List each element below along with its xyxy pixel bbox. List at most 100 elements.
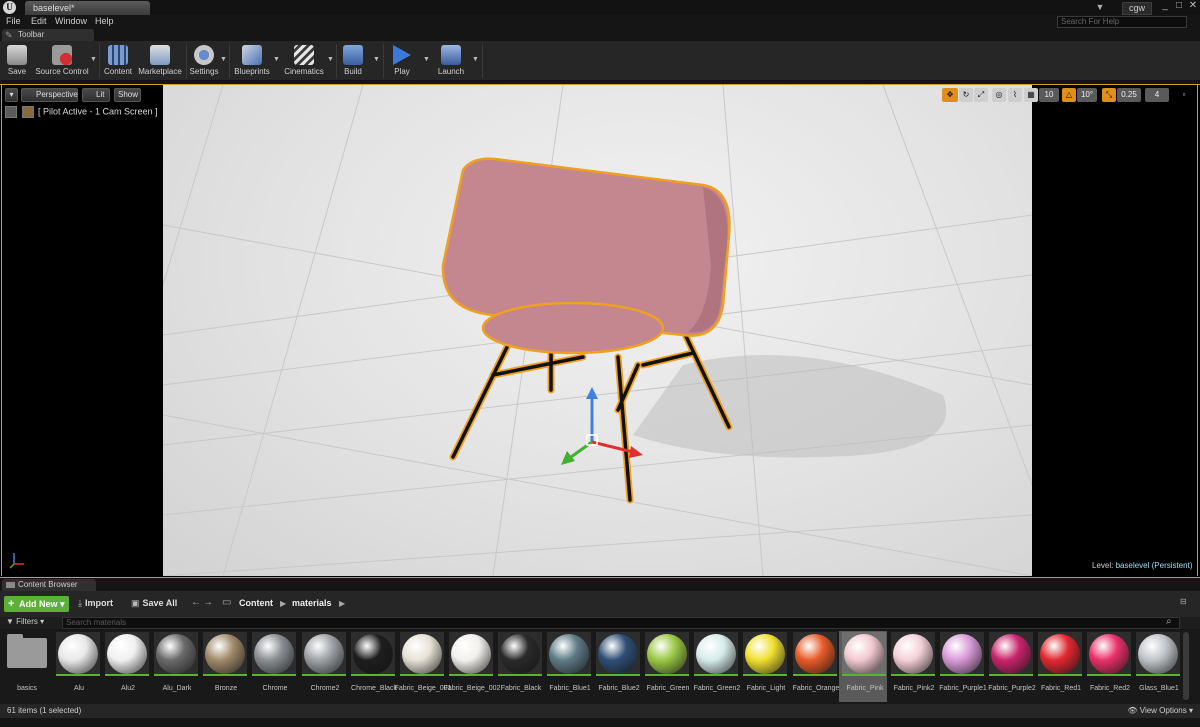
asset-tile[interactable]: Fabric_Light <box>743 632 789 700</box>
material-sphere-icon <box>500 634 540 674</box>
grid-snap-icon[interactable]: ▦ <box>1024 88 1038 102</box>
minimize-button[interactable]: _ <box>1158 0 1172 12</box>
asset-tile[interactable]: Fabric_Red2 <box>1087 632 1133 700</box>
asset-tile[interactable]: Glass_Blue1 <box>1136 632 1182 700</box>
maximize-viewport-icon[interactable]: ▫ <box>1180 88 1188 102</box>
asset-tile[interactable]: Alu2 <box>105 632 151 700</box>
blueprints-button[interactable]: Blueprints <box>232 43 272 79</box>
back-arrow-icon[interactable]: ← <box>191 597 201 608</box>
material-sphere-icon <box>549 634 589 674</box>
menu-edit[interactable]: Edit <box>31 16 47 26</box>
lit-button[interactable]: Lit <box>82 88 110 102</box>
breadcrumb-arrow-icon[interactable]: ▶ <box>339 599 345 608</box>
material-sphere-icon <box>893 634 933 674</box>
search-materials-input[interactable]: Search materials <box>62 617 1180 629</box>
asset-tile[interactable]: Alu_Dark <box>154 632 200 700</box>
asset-tile[interactable]: Fabric_Purple1 <box>939 632 987 700</box>
camera-speed-value[interactable]: 4 <box>1145 88 1169 102</box>
search-help-input[interactable]: Search For Help <box>1057 16 1187 28</box>
transform-gizmo[interactable] <box>561 387 643 465</box>
asset-tile[interactable]: Fabric_Beige_001 <box>395 632 451 700</box>
asset-tile[interactable]: Chrome2 <box>302 632 348 700</box>
asset-tile[interactable]: Fabric_Blue2 <box>596 632 642 700</box>
asset-thumbnail <box>793 632 837 676</box>
chevron-down-icon[interactable]: ▼ <box>273 56 280 63</box>
breadcrumb-materials[interactable]: materials <box>292 598 332 608</box>
content-button[interactable]: Content <box>102 43 134 79</box>
chevron-down-icon[interactable]: ▼ <box>220 56 227 63</box>
toolbar-tab[interactable]: ✎ Toolbar <box>2 29 94 41</box>
asset-tile[interactable]: Chrome <box>252 632 298 700</box>
build-button[interactable]: Build <box>339 43 367 79</box>
user-name[interactable]: cgw <box>1122 2 1152 15</box>
view-options-button[interactable]: 👁 View Options ▾ <box>1127 706 1193 715</box>
breadcrumb-content[interactable]: Content <box>239 598 273 608</box>
asset-tile[interactable]: Fabric_Black <box>498 632 544 700</box>
marketplace-button[interactable]: Marketplace <box>137 43 183 79</box>
cinematics-button[interactable]: Cinematics <box>282 43 326 79</box>
asset-scrollbar[interactable] <box>1183 632 1189 700</box>
unreal-logo-icon: U <box>3 1 16 14</box>
filters-button[interactable]: ▼ Filters ▾ <box>6 617 44 626</box>
asset-thumbnail <box>498 632 542 676</box>
asset-tile[interactable]: Fabric_Green <box>645 632 691 700</box>
rotation-snap-icon[interactable]: △ <box>1062 88 1076 102</box>
perspective-button[interactable]: Perspective <box>21 88 78 102</box>
chevron-down-icon[interactable]: ▼ <box>423 56 430 63</box>
cinematics-label: Cinematics <box>284 67 324 76</box>
show-button[interactable]: Show <box>114 88 141 102</box>
asset-tile[interactable]: Bronze <box>203 632 249 700</box>
viewport-options-button[interactable]: ▾ <box>5 88 18 102</box>
chevron-down-icon[interactable]: ▼ <box>327 56 334 63</box>
play-button[interactable]: Play <box>387 43 417 79</box>
launch-icon <box>441 45 461 65</box>
settings-icon <box>194 45 214 65</box>
import-button[interactable]: ⤓ Import <box>78 598 113 609</box>
asset-tile[interactable]: Fabric_Beige_002 <box>444 632 500 700</box>
grid-snap-value[interactable]: 10 <box>1039 88 1059 102</box>
scale-snap-icon[interactable]: ⤡ <box>1102 88 1116 102</box>
maximize-button[interactable]: □ <box>1172 0 1186 12</box>
folder-icon[interactable] <box>7 634 47 668</box>
translate-icon[interactable]: ✥ <box>942 88 958 102</box>
lock-icon[interactable]: ⊟ <box>1180 597 1187 606</box>
asset-tile[interactable]: Fabric_Orange <box>793 632 839 700</box>
asset-tile[interactable]: Fabric_Pink <box>842 632 888 700</box>
asset-tile[interactable]: Fabric_Green2 <box>694 632 740 700</box>
folder-icon: ▭ <box>222 597 232 608</box>
viewport-scene[interactable] <box>163 85 1032 576</box>
eject-icon[interactable] <box>5 106 17 118</box>
surface-snap-icon[interactable]: ⌇ <box>1008 88 1022 102</box>
breadcrumb-arrow-icon[interactable]: ▶ <box>280 599 286 608</box>
content-browser-tab[interactable]: Content Browser <box>2 579 96 591</box>
forward-arrow-icon[interactable]: → <box>203 597 213 608</box>
source-control-button[interactable]: Source Control <box>34 43 90 79</box>
chevron-down-icon[interactable]: ▼ <box>472 56 479 63</box>
chevron-down-icon[interactable]: ▼ <box>90 56 97 63</box>
add-new-button[interactable]: + Add New ▾ <box>4 596 69 612</box>
rotation-snap-value[interactable]: 10° <box>1077 88 1097 102</box>
funnel-icon[interactable]: ▼ <box>1094 2 1106 13</box>
menu-help[interactable]: Help <box>95 16 114 26</box>
asset-tile[interactable]: Chrome_Black <box>351 632 397 700</box>
menu-window[interactable]: Window <box>55 16 87 26</box>
settings-button[interactable]: Settings <box>189 43 219 79</box>
world-local-icon[interactable]: ◎ <box>992 88 1006 102</box>
asset-tile[interactable]: Fabric_Pink2 <box>891 632 937 700</box>
scale-snap-value[interactable]: 0.25 <box>1117 88 1141 102</box>
asset-tile[interactable]: Fabric_Blue1 <box>547 632 593 700</box>
document-tab[interactable]: baselevel* <box>25 1 150 15</box>
menu-file[interactable]: File <box>6 16 21 26</box>
save-button[interactable]: Save <box>4 43 30 79</box>
scale-icon[interactable]: ⤢ <box>974 88 988 102</box>
asset-tile[interactable]: Alu <box>56 632 102 700</box>
save-all-button[interactable]: ▣ Save All <box>131 598 177 609</box>
close-button[interactable]: ✕ <box>1186 0 1200 12</box>
asset-tile[interactable]: Fabric_Purple2 <box>988 632 1036 700</box>
launch-button[interactable]: Launch <box>434 43 468 79</box>
chevron-down-icon[interactable]: ▼ <box>373 56 380 63</box>
rotate-icon[interactable]: ↻ <box>959 88 973 102</box>
asset-tile[interactable]: Fabric_Red1 <box>1038 632 1084 700</box>
asset-thumbnail <box>449 632 493 676</box>
show-label: Show <box>118 90 139 99</box>
